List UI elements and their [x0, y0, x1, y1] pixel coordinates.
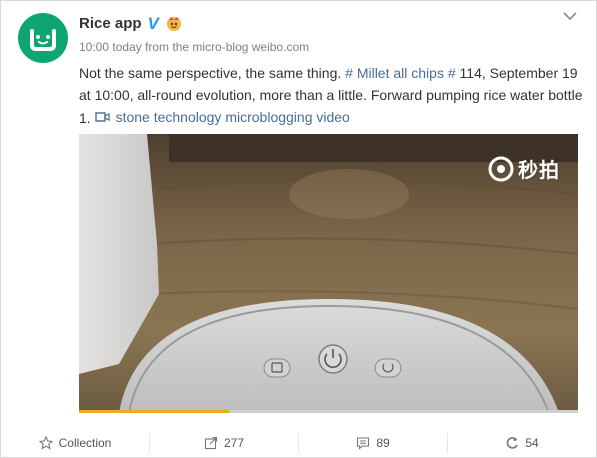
post-meta: 10:00 today from the micro-blog weibo.co… [79, 40, 310, 54]
watermark: 秒拍 [488, 154, 560, 183]
like-icon [506, 437, 519, 449]
topic-link[interactable]: # Millet all chips # [345, 65, 456, 81]
like-count: 54 [525, 436, 539, 450]
video-progress-fill [79, 410, 229, 413]
post-text-start: Not the same perspective, the same thing… [79, 65, 346, 81]
author-avatar[interactable] [18, 13, 68, 63]
verified-icon: V [147, 13, 159, 33]
repost-button[interactable]: 277 [149, 433, 298, 453]
weibo-post-card: Rice app V 10:00 today from the micro-bl… [0, 0, 597, 458]
miaopai-logo-icon [488, 156, 514, 181]
crown-badge-icon[interactable] [165, 14, 183, 32]
author-name[interactable]: Rice app [79, 15, 142, 32]
star-icon [38, 436, 53, 450]
watermark-text: 秒拍 [518, 160, 560, 182]
video-link[interactable]: stone technology microblogging video [94, 106, 350, 128]
video-icon [94, 112, 110, 122]
comment-count: 89 [376, 436, 390, 450]
repost-count: 277 [223, 436, 245, 450]
repost-icon [204, 436, 218, 450]
video-link-label: stone technology microblogging video [115, 109, 350, 125]
chevron-down-icon[interactable] [562, 10, 578, 22]
video-progress-bar[interactable] [79, 410, 578, 413]
action-bar: Collection 277 89 54 [1, 428, 596, 458]
comment-button[interactable]: 89 [298, 433, 447, 453]
mi-logo-icon [30, 29, 56, 51]
post-text: Not the same perspective, the same thing… [79, 62, 584, 129]
like-button[interactable]: 54 [447, 433, 596, 453]
collection-label: Collection [58, 436, 112, 450]
video-player[interactable]: 秒拍 [79, 134, 578, 413]
author-row: Rice app V [79, 14, 183, 32]
collection-button[interactable]: Collection [1, 433, 149, 453]
comment-icon [357, 437, 370, 450]
